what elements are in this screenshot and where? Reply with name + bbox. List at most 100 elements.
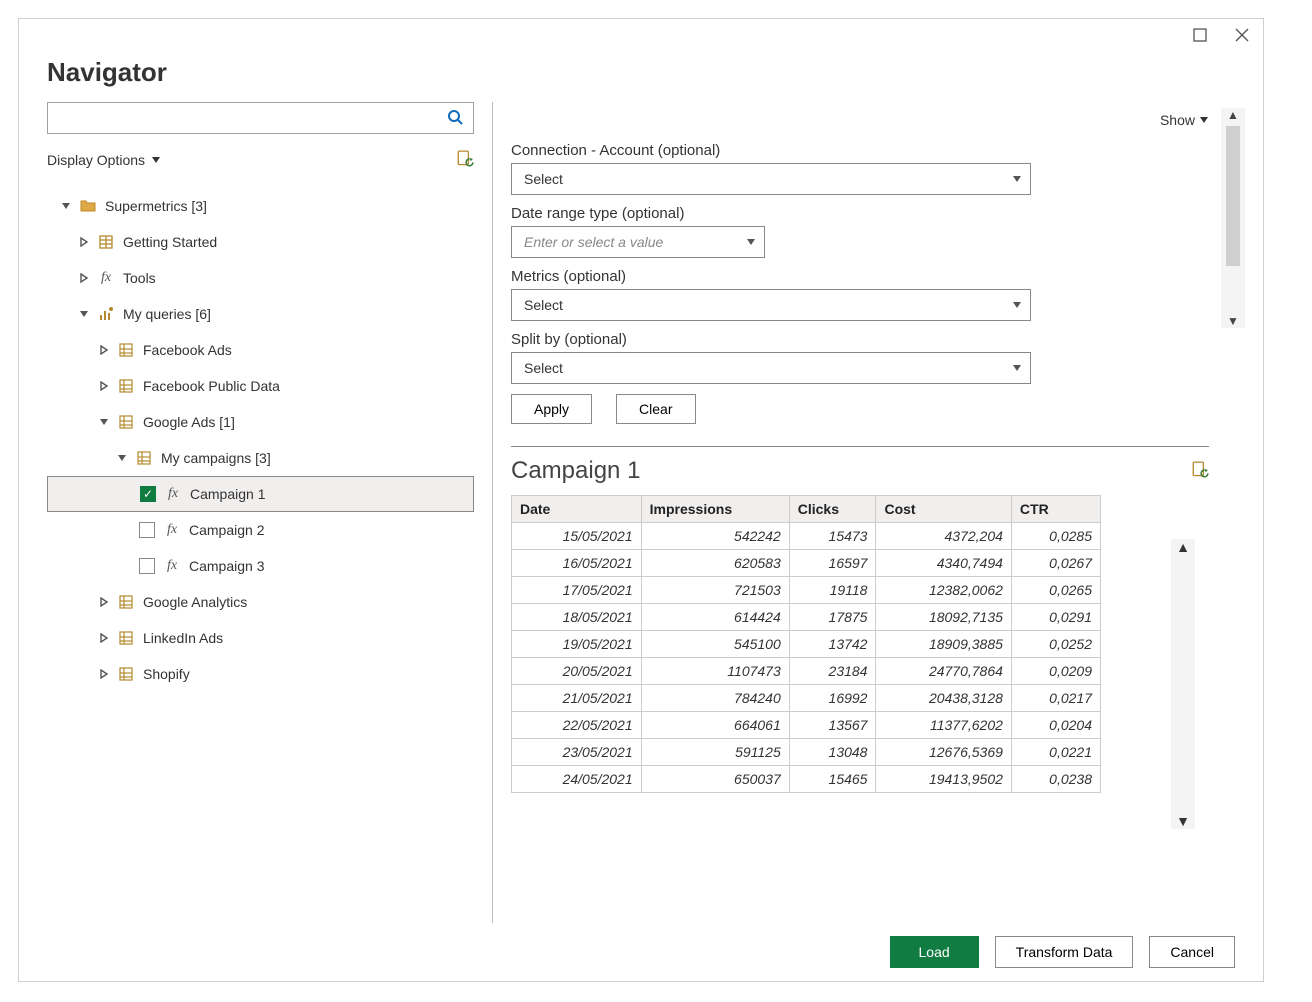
outer-scrollbar[interactable]: ▲ ▼ — [1221, 108, 1245, 328]
column-header[interactable]: CTR — [1011, 496, 1100, 523]
left-panel: Display Options Supermetrics [3] Getting… — [47, 102, 493, 923]
scroll-up-icon[interactable]: ▲ — [1176, 539, 1190, 555]
table-cell: 784240 — [641, 685, 789, 712]
table-cell: 12382,0062 — [876, 577, 1011, 604]
tree-node-tools[interactable]: fx Tools — [47, 260, 474, 296]
table-cell: 0,0252 — [1011, 631, 1100, 658]
date-range-combo[interactable]: Enter or select a value — [511, 226, 765, 258]
table-cell: 24/05/2021 — [512, 766, 642, 793]
connection-label: Connection - Account (optional) — [511, 142, 1209, 159]
checkbox-icon[interactable] — [139, 522, 155, 538]
table-cell: 0,0291 — [1011, 604, 1100, 631]
splitby-label: Split by (optional) — [511, 331, 1209, 348]
search-box[interactable] — [47, 102, 474, 134]
display-options-menu[interactable]: Display Options — [47, 152, 161, 168]
combo-placeholder: Enter or select a value — [524, 234, 663, 250]
tree-node-campaign-1[interactable]: ✓ fx Campaign 1 — [47, 476, 474, 512]
caret-down-icon — [79, 309, 89, 319]
scroll-up-icon[interactable]: ▲ — [1227, 108, 1239, 122]
table-row[interactable]: 21/05/20217842401699220438,31280,0217 — [512, 685, 1101, 712]
table-cell: 17875 — [789, 604, 876, 631]
select-value: Select — [524, 171, 563, 187]
column-header[interactable]: Impressions — [641, 496, 789, 523]
search-icon[interactable] — [437, 109, 473, 128]
checkbox-icon[interactable] — [139, 558, 155, 574]
fx-icon: fx — [163, 559, 181, 573]
chevron-down-icon — [151, 155, 161, 165]
scroll-thumb[interactable] — [1226, 126, 1240, 266]
table-row[interactable]: 22/05/20216640611356711377,62020,0204 — [512, 712, 1101, 739]
tree-label: Shopify — [143, 667, 190, 681]
load-button[interactable]: Load — [890, 936, 979, 968]
tree-node-google-analytics[interactable]: Google Analytics — [47, 584, 474, 620]
refresh-icon[interactable] — [456, 150, 474, 171]
table-cell: 0,0267 — [1011, 550, 1100, 577]
cancel-button[interactable]: Cancel — [1149, 936, 1235, 968]
tree-node-linkedin-ads[interactable]: LinkedIn Ads — [47, 620, 474, 656]
fx-icon: fx — [163, 523, 181, 537]
tree-node-facebook-ads[interactable]: Facebook Ads — [47, 332, 474, 368]
table-cell: 20438,3128 — [876, 685, 1011, 712]
table-cell: 1107473 — [641, 658, 789, 685]
maximize-icon[interactable] — [1193, 28, 1207, 45]
table-cell: 19118 — [789, 577, 876, 604]
column-header[interactable]: Clicks — [789, 496, 876, 523]
table-row[interactable]: 16/05/2021620583165974340,74940,0267 — [512, 550, 1101, 577]
right-panel: Show Connection - Account (optional) Sel… — [493, 102, 1245, 923]
clear-button[interactable]: Clear — [616, 394, 695, 424]
table-cell: 18909,3885 — [876, 631, 1011, 658]
table-row[interactable]: 20/05/202111074732318424770,78640,0209 — [512, 658, 1101, 685]
table-row[interactable]: 18/05/20216144241787518092,71350,0291 — [512, 604, 1101, 631]
caret-right-icon — [99, 381, 109, 391]
tree-node-getting-started[interactable]: Getting Started — [47, 224, 474, 260]
tree-label: Campaign 2 — [189, 523, 265, 537]
table-row[interactable]: 23/05/20215911251304812676,53690,0221 — [512, 739, 1101, 766]
table-row[interactable]: 19/05/20215451001374218909,38850,0252 — [512, 631, 1101, 658]
tree-node-my-campaigns[interactable]: My campaigns [3] — [47, 440, 474, 476]
tree-node-campaign-3[interactable]: fx Campaign 3 — [47, 548, 474, 584]
caret-right-icon — [79, 237, 89, 247]
tree-node-my-queries[interactable]: My queries [6] — [47, 296, 474, 332]
tree-node-supermetrics[interactable]: Supermetrics [3] — [47, 188, 474, 224]
table-cell: 4340,7494 — [876, 550, 1011, 577]
metrics-select[interactable]: Select — [511, 289, 1031, 321]
column-header[interactable]: Date — [512, 496, 642, 523]
table-icon — [97, 234, 115, 250]
tree-node-campaign-2[interactable]: fx Campaign 2 — [47, 512, 474, 548]
navigator-tree: Supermetrics [3] Getting Started fx Tool… — [47, 188, 474, 692]
tree-node-shopify[interactable]: Shopify — [47, 656, 474, 692]
apply-button[interactable]: Apply — [511, 394, 592, 424]
table-cell: 15473 — [789, 523, 876, 550]
refresh-preview-icon[interactable] — [1191, 461, 1209, 482]
fx-icon: fx — [164, 487, 182, 501]
table-row[interactable]: 17/05/20217215031911812382,00620,0265 — [512, 577, 1101, 604]
column-header[interactable]: Cost — [876, 496, 1011, 523]
table-cell: 664061 — [641, 712, 789, 739]
table-cell: 23/05/2021 — [512, 739, 642, 766]
chevron-down-icon — [746, 237, 756, 247]
scroll-down-icon[interactable]: ▼ — [1176, 813, 1190, 829]
transform-data-button[interactable]: Transform Data — [995, 936, 1134, 968]
search-input[interactable] — [48, 103, 437, 133]
scroll-down-icon[interactable]: ▼ — [1227, 314, 1239, 328]
table-row[interactable]: 24/05/20216500371546519413,95020,0238 — [512, 766, 1101, 793]
inner-scrollbar[interactable]: ▲ ▼ — [1171, 539, 1195, 829]
chevron-down-icon — [1012, 174, 1022, 184]
tree-label: My campaigns [3] — [161, 451, 271, 465]
table-cell: 19413,9502 — [876, 766, 1011, 793]
tree-node-google-ads[interactable]: Google Ads [1] — [47, 404, 474, 440]
show-menu[interactable]: Show — [511, 102, 1209, 138]
page-title: Navigator — [47, 57, 1235, 88]
caret-right-icon — [99, 633, 109, 643]
table-icon — [135, 450, 153, 466]
splitby-select[interactable]: Select — [511, 352, 1031, 384]
table-row[interactable]: 15/05/2021542242154734372,2040,0285 — [512, 523, 1101, 550]
table-icon — [117, 378, 135, 394]
close-icon[interactable] — [1235, 28, 1249, 45]
table-cell: 545100 — [641, 631, 789, 658]
table-cell: 21/05/2021 — [512, 685, 642, 712]
tree-node-facebook-public-data[interactable]: Facebook Public Data — [47, 368, 474, 404]
checkbox-icon[interactable]: ✓ — [140, 486, 156, 502]
table-cell: 721503 — [641, 577, 789, 604]
connection-select[interactable]: Select — [511, 163, 1031, 195]
